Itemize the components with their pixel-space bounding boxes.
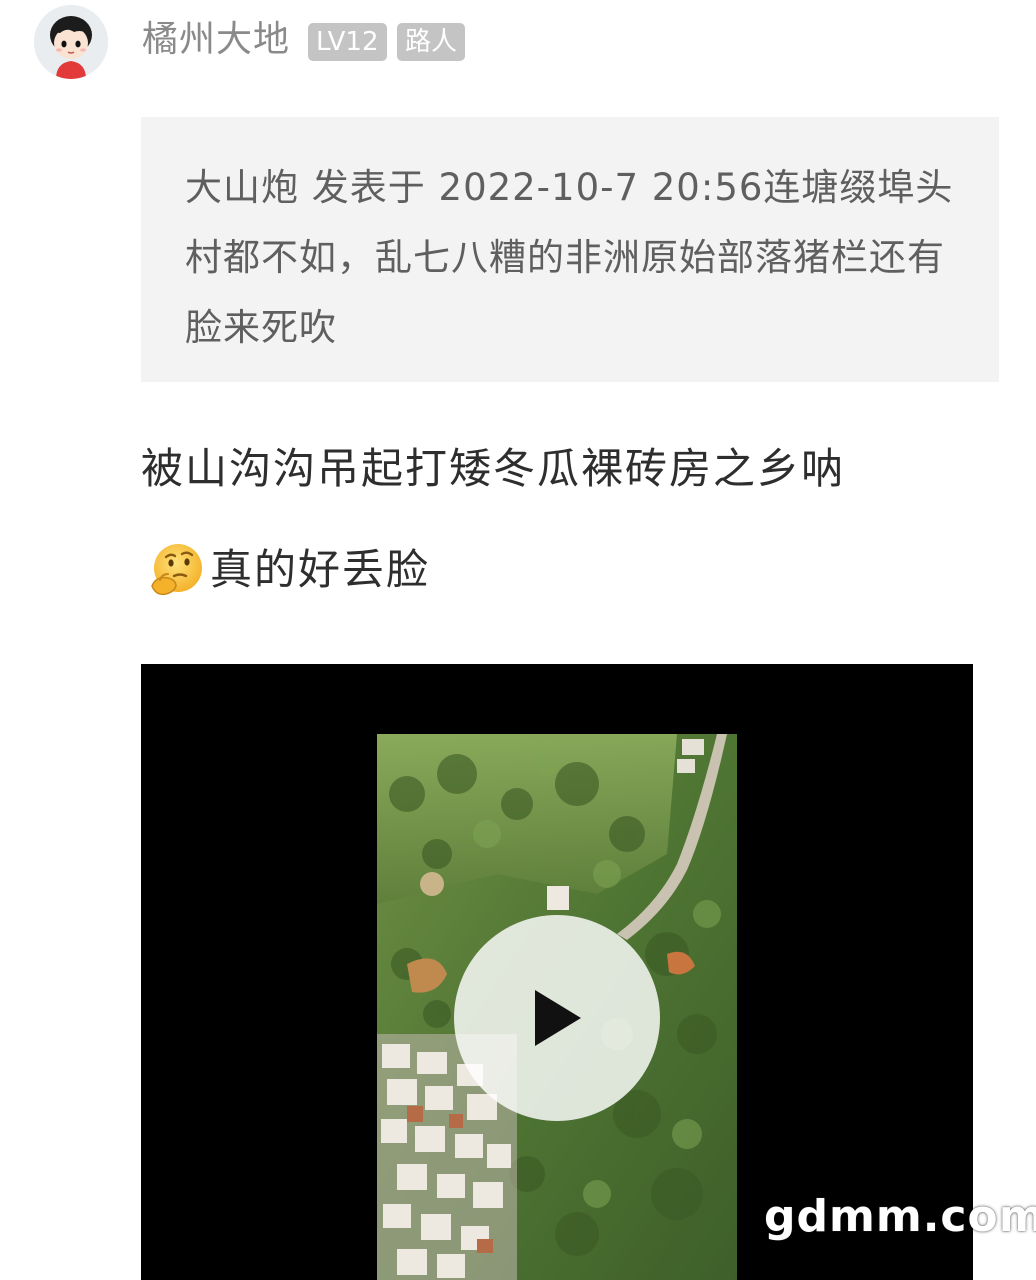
avatar[interactable] xyxy=(34,5,108,79)
level-badge: LV12 xyxy=(308,23,387,61)
username[interactable]: 橘州大地 xyxy=(142,18,290,62)
thinking-face-emoji-icon xyxy=(151,544,202,596)
video-player[interactable] xyxy=(141,664,973,1280)
post-text-line-2: 真的好丢脸 xyxy=(210,545,431,594)
quote-text: 大山炮 发表于 2022-10-7 20:56连塘缀埠头村都不如，乱七八糟的非洲… xyxy=(185,166,954,349)
play-button[interactable] xyxy=(454,915,660,1121)
site-watermark: gdmm.com xyxy=(764,1191,1036,1242)
post-text-line-2-row: 真的好丢脸 xyxy=(146,540,430,600)
role-badge: 路人 xyxy=(397,23,466,61)
quoted-reply: 大山炮 发表于 2022-10-7 20:56连塘缀埠头村都不如，乱七八糟的非洲… xyxy=(141,117,999,382)
post-text-line-1: 被山沟沟吊起打矮冬瓜裸砖房之乡呐 xyxy=(141,444,846,493)
play-icon xyxy=(535,990,581,1046)
cartoon-boy-avatar-icon xyxy=(34,5,108,79)
